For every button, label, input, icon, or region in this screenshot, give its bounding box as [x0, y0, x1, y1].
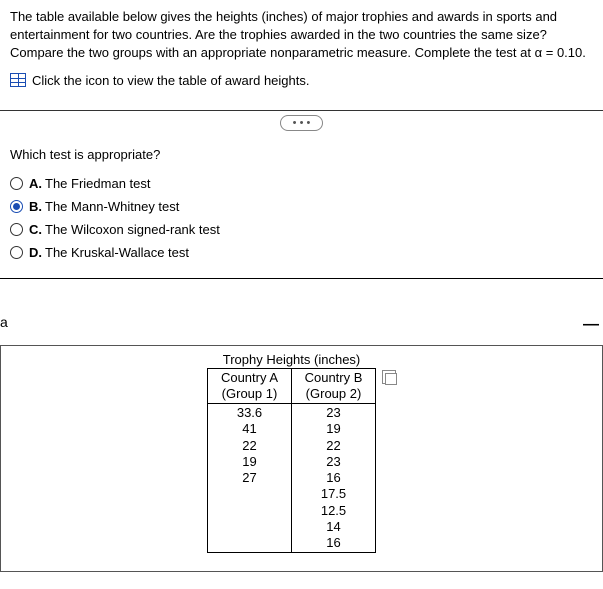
divider-thick	[0, 278, 603, 279]
option-c[interactable]: C.The Wilcoxon signed-rank test	[10, 222, 593, 237]
view-table-link-text: Click the icon to view the table of awar…	[32, 73, 309, 88]
radio-icon	[10, 223, 23, 236]
question-prompt: Which test is appropriate?	[10, 147, 593, 162]
table-cell: 23 19 22 23 16 17.5 12.5 14 16	[292, 404, 376, 553]
answer-options: A.The Friedman test B.The Mann-Whitney t…	[10, 176, 593, 260]
option-text: The Wilcoxon signed-rank test	[45, 222, 220, 237]
option-text: The Friedman test	[45, 176, 151, 191]
collapse-icon[interactable]: —	[583, 316, 599, 334]
option-letter: A.	[29, 176, 42, 191]
radio-icon	[10, 246, 23, 259]
option-letter: B.	[29, 199, 42, 214]
option-a[interactable]: A.The Friedman test	[10, 176, 593, 191]
radio-icon	[10, 200, 23, 213]
trophy-heights-table: Trophy Heights (inches) Country A(Group …	[207, 352, 376, 554]
column-header-country-a: Country A(Group 1)	[208, 368, 292, 404]
option-d[interactable]: D.The Kruskal-Wallace test	[10, 245, 593, 260]
option-letter: C.	[29, 222, 42, 237]
expand-button[interactable]: • • •	[280, 115, 324, 131]
view-table-link[interactable]: Click the icon to view the table of awar…	[10, 73, 593, 88]
data-table-panel: Trophy Heights (inches) Country A(Group …	[0, 345, 603, 573]
column-header-country-b: Country B(Group 2)	[292, 368, 376, 404]
part-label-a: a	[0, 314, 8, 330]
radio-icon	[10, 177, 23, 190]
table-icon	[10, 73, 26, 87]
option-text: The Mann-Whitney test	[45, 199, 179, 214]
table-caption: Trophy Heights (inches)	[207, 352, 376, 368]
option-b[interactable]: B.The Mann-Whitney test	[10, 199, 593, 214]
problem-intro: The table available below gives the heig…	[10, 8, 593, 63]
copy-icon[interactable]	[382, 370, 396, 384]
option-letter: D.	[29, 245, 42, 260]
option-text: The Kruskal-Wallace test	[45, 245, 189, 260]
table-cell: 33.6 41 22 19 27	[208, 404, 292, 553]
